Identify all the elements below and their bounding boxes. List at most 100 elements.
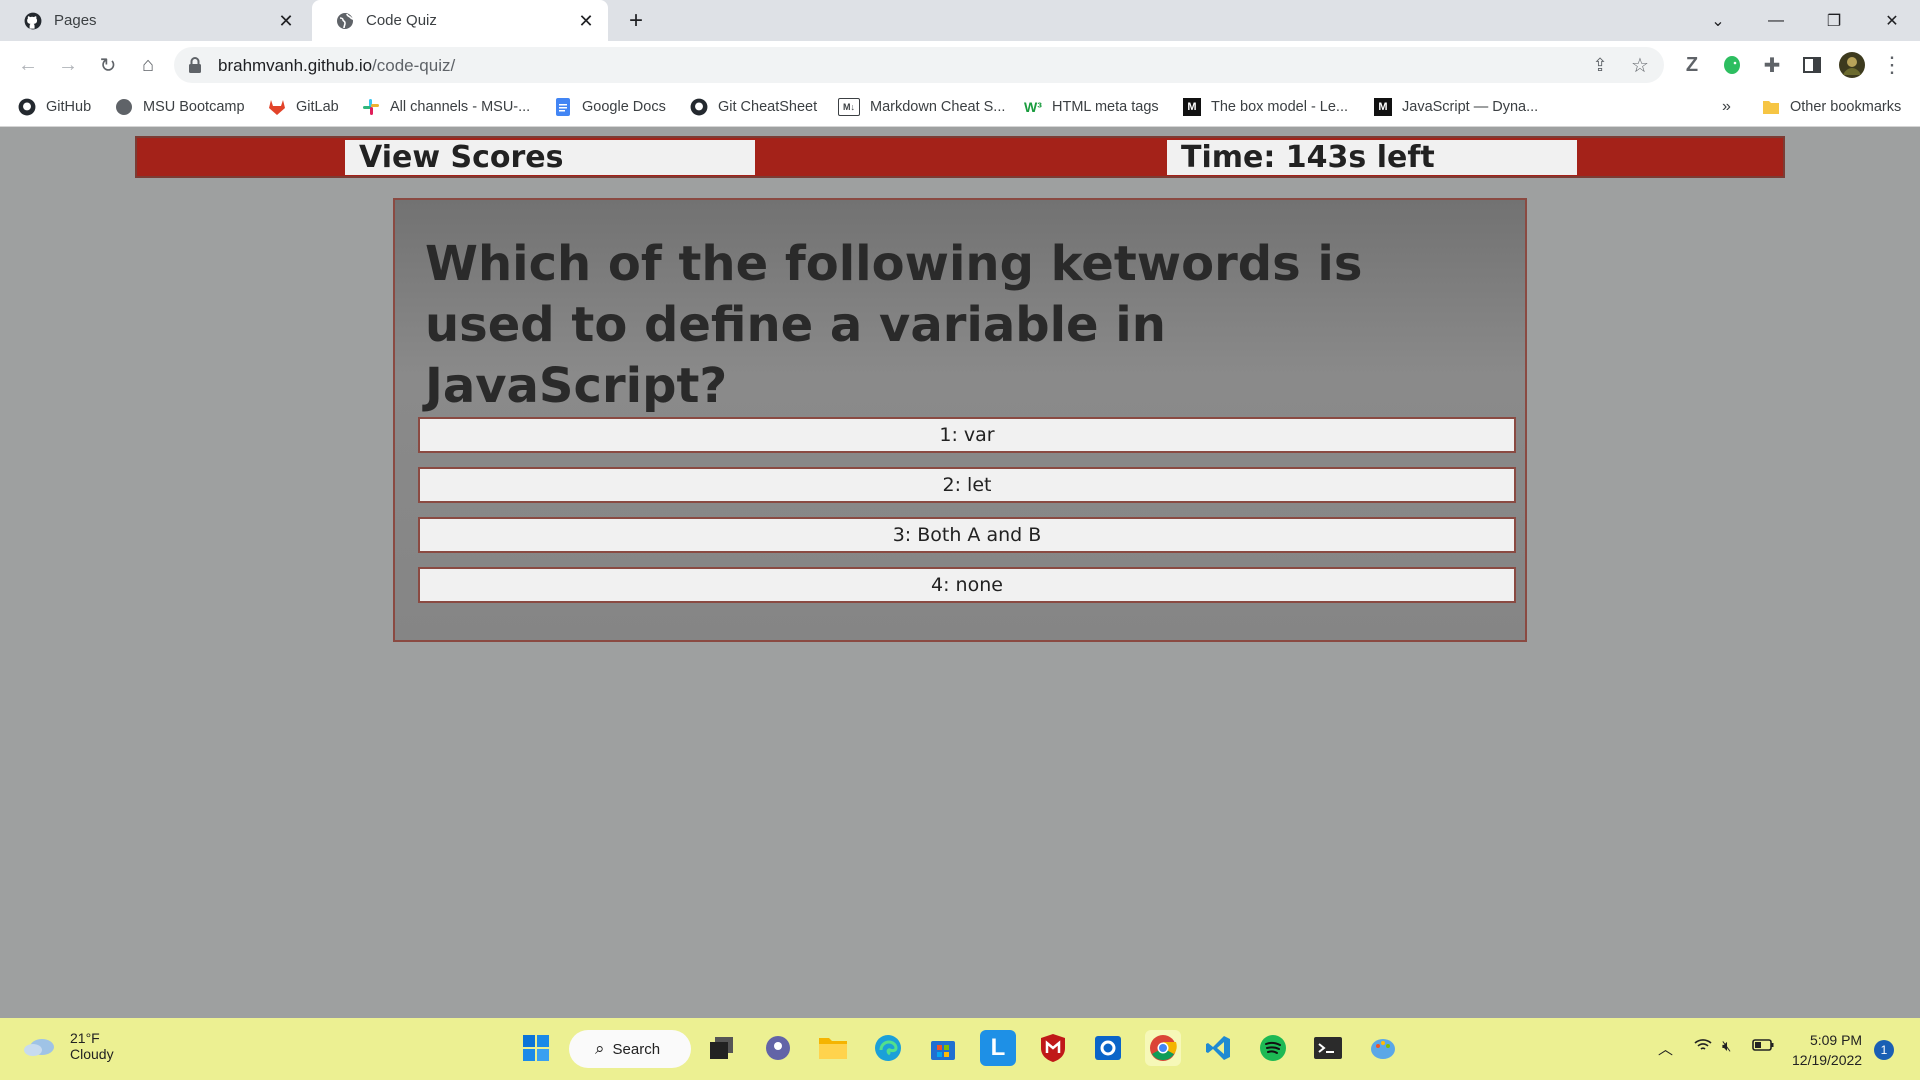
weather-condition-text: Cloudy <box>70 1046 114 1062</box>
github-icon <box>24 12 42 30</box>
extensions-puzzle-icon[interactable]: ✚ <box>1758 51 1786 79</box>
answer-button-3[interactable]: 3: Both A and B <box>418 517 1516 553</box>
bookmark-markdown-cheat[interactable]: M↓ Markdown Cheat S... <box>838 98 1005 116</box>
address-bar[interactable]: brahmvanh.github.io/code-quiz/ ⇪ ☆ <box>174 47 1664 83</box>
vscode-icon[interactable] <box>1200 1030 1236 1066</box>
github-icon <box>690 98 708 116</box>
bookmark-javascript-dyna[interactable]: M JavaScript — Dyna... <box>1374 98 1538 116</box>
bookmarks-overflow-button[interactable]: » <box>1722 98 1731 116</box>
folder-icon <box>1762 98 1780 116</box>
bookmark-slack[interactable]: All channels - MSU-... <box>362 98 530 116</box>
show-hidden-icons-chevron[interactable]: ︿ <box>1658 1038 1673 1059</box>
taskbar-clock[interactable]: 5:09 PM 12/19/2022 <box>1792 1030 1862 1070</box>
bookmark-git-cheatsheet[interactable]: Git CheatSheet <box>690 98 817 116</box>
mcafee-icon[interactable] <box>1035 1030 1071 1066</box>
bookmark-label: GitLab <box>296 99 339 115</box>
windows-start-icon[interactable] <box>518 1030 554 1066</box>
terminal-icon[interactable] <box>1310 1030 1346 1066</box>
task-view-icon[interactable] <box>704 1030 740 1066</box>
question-text: Which of the following ketwords is used … <box>425 236 1363 414</box>
bookmark-label: Other bookmarks <box>1790 99 1902 115</box>
close-tab-icon[interactable]: ✕ <box>276 11 296 31</box>
bookmark-label: The box model - Le... <box>1211 99 1349 115</box>
google-docs-icon <box>554 98 572 116</box>
volume-muted-icon[interactable]: 🔇︎ <box>1722 1038 1731 1055</box>
spotify-icon[interactable] <box>1255 1030 1291 1066</box>
temperature-text: 21°F <box>70 1030 100 1046</box>
tab-pages[interactable]: Pages ✕ <box>0 0 308 41</box>
bookmark-html-meta-tags[interactable]: W³ HTML meta tags <box>1024 98 1159 116</box>
github-icon <box>18 98 36 116</box>
search-label: Search <box>612 1040 661 1058</box>
bookmark-label: MSU Bootcamp <box>143 99 245 115</box>
notification-badge[interactable]: 1 <box>1874 1040 1894 1060</box>
profile-avatar[interactable] <box>1838 51 1866 79</box>
weather-widget[interactable]: 21°F Cloudy <box>22 1030 114 1062</box>
mdn-icon: M <box>1374 98 1392 116</box>
file-explorer-icon[interactable] <box>815 1030 851 1066</box>
close-window-icon[interactable]: ✕ <box>1864 0 1920 41</box>
mdn-icon: M <box>1183 98 1201 116</box>
tab-title: Code Quiz <box>366 12 437 29</box>
windows-taskbar: 21°F Cloudy ⌕ Search L ︿ 🔇︎ 5:09 PM 12/1… <box>0 1018 1920 1080</box>
chrome-taskbar-icon[interactable] <box>1145 1030 1181 1066</box>
page-viewport: View Scores Time: 143s left Which of the… <box>0 128 1920 1018</box>
new-tab-button[interactable]: + <box>622 8 650 36</box>
outlook-icon[interactable] <box>1090 1030 1126 1066</box>
answer-button-1[interactable]: 1: var <box>418 417 1516 453</box>
url-text: brahmvanh.github.io/code-quiz/ <box>218 56 455 76</box>
tab-title: Pages <box>54 12 97 29</box>
bookmark-star-icon[interactable]: ☆ <box>1626 51 1654 79</box>
bookmark-google-docs[interactable]: Google Docs <box>554 98 666 116</box>
bookmark-label: JavaScript — Dyna... <box>1402 99 1539 115</box>
browser-tab-strip: Pages ✕ Code Quiz ✕ + ⌄ — ❐ ✕ <box>0 0 1920 41</box>
answer-button-4[interactable]: 4: none <box>418 567 1516 603</box>
other-bookmarks[interactable]: Other bookmarks <box>1762 98 1901 116</box>
restore-icon[interactable]: ❐ <box>1806 0 1862 41</box>
gitlab-icon <box>268 98 286 116</box>
question-card: Which of the following ketwords is used … <box>393 198 1527 642</box>
markdown-icon: M↓ <box>838 98 860 116</box>
side-panel-icon[interactable] <box>1798 51 1826 79</box>
reload-icon[interactable]: ↻ <box>94 51 122 79</box>
bookmark-box-model[interactable]: M The box model - Le... <box>1183 98 1348 116</box>
share-icon[interactable]: ⇪ <box>1586 51 1614 79</box>
chrome-menu-icon[interactable]: ⋮ <box>1878 51 1906 79</box>
bookmark-gitlab[interactable]: GitLab <box>268 98 339 116</box>
home-icon[interactable]: ⌂ <box>134 51 162 79</box>
paint-app-icon[interactable] <box>1365 1030 1401 1066</box>
slack-icon <box>362 98 380 116</box>
bookmark-label: Markdown Cheat S... <box>870 99 1006 115</box>
bookmark-label: GitHub <box>46 99 92 115</box>
bookmark-label: HTML meta tags <box>1052 99 1159 115</box>
globe-icon <box>336 12 354 30</box>
browser-toolbar: ← → ↻ ⌂ brahmvanh.github.io/code-quiz/ ⇪… <box>0 41 1920 89</box>
clock-date: 12/19/2022 <box>1792 1052 1863 1068</box>
l-app-icon[interactable]: L <box>980 1030 1016 1066</box>
minimize-icon[interactable]: — <box>1748 0 1804 41</box>
globe-icon <box>115 98 133 116</box>
cloud-icon <box>22 1035 56 1057</box>
bookmark-msu-bootcamp[interactable]: MSU Bootcamp <box>115 98 245 116</box>
microsoft-store-icon[interactable] <box>925 1030 961 1066</box>
bookmark-label: Git CheatSheet <box>718 99 818 115</box>
bookmark-label: Google Docs <box>582 99 666 115</box>
wifi-icon[interactable] <box>1694 1038 1712 1056</box>
tab-code-quiz[interactable]: Code Quiz ✕ <box>312 0 608 41</box>
view-scores-link[interactable]: View Scores <box>345 140 755 175</box>
evernote-extension-icon[interactable] <box>1718 51 1746 79</box>
teams-chat-icon[interactable] <box>760 1030 796 1066</box>
tab-search-chevron-icon[interactable]: ⌄ <box>1690 0 1746 41</box>
answer-button-2[interactable]: 2: let <box>418 467 1516 503</box>
bookmark-github[interactable]: GitHub <box>18 98 91 116</box>
clock-time: 5:09 PM <box>1809 1032 1863 1048</box>
close-tab-icon[interactable]: ✕ <box>576 11 596 31</box>
zotero-extension-icon[interactable]: Z <box>1678 51 1706 79</box>
edge-browser-icon[interactable] <box>870 1030 906 1066</box>
back-icon[interactable]: ← <box>14 51 42 79</box>
battery-icon[interactable] <box>1752 1038 1774 1056</box>
url-path: /code-quiz/ <box>372 56 456 75</box>
w3-icon: W³ <box>1024 99 1042 115</box>
taskbar-search[interactable]: ⌕ Search <box>569 1030 691 1068</box>
forward-icon[interactable]: → <box>54 51 82 79</box>
